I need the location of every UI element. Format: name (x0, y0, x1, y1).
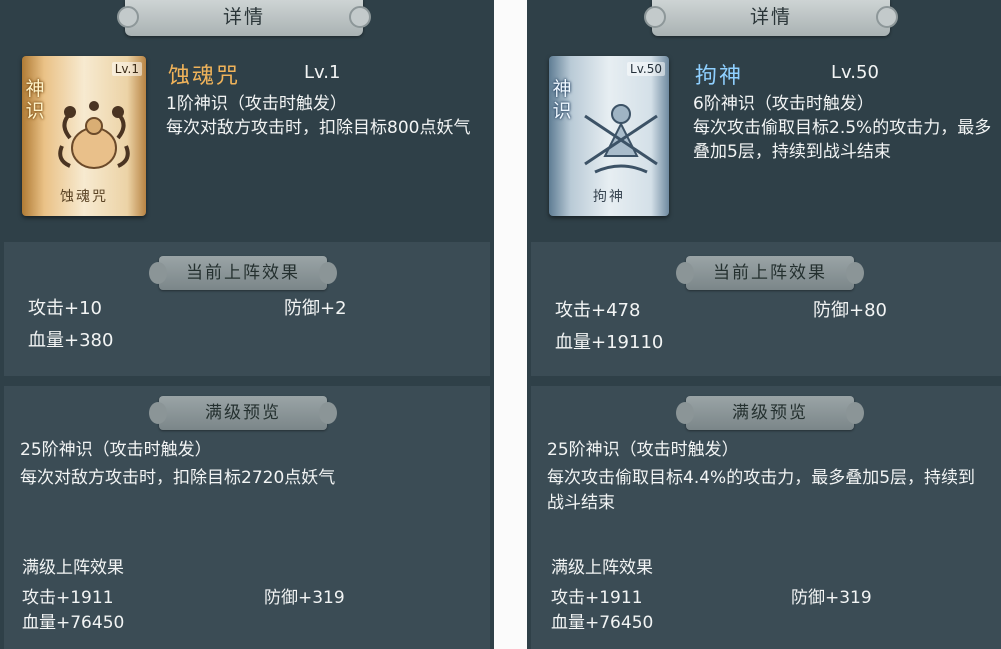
current-attack: 攻击+10 (28, 298, 102, 319)
max-hp: 血量+76450 (551, 613, 654, 633)
max-preview-header: 满级预览 (676, 396, 864, 430)
preview-effect: 每次攻击偷取目标4.4%的攻击力，最多叠加5层，持续到战斗结束 (547, 468, 976, 513)
skill-name: 拘神 (695, 64, 744, 89)
max-attack: 攻击+1911 (22, 588, 114, 608)
skill-tier: 6阶神识（攻击时触发） (693, 94, 874, 114)
max-effect-title: 满级上阵效果 (22, 558, 124, 578)
skill-effect: 每次对敌方攻击时，扣除目标800点妖气 (166, 118, 471, 138)
panel-divider (494, 0, 527, 649)
card-level-tag: Lv.1 (111, 62, 142, 76)
detail-title-banner: 详情 (644, 0, 898, 36)
skill-detail-panel-left: 详情 神识 Lv.1 蚀魂咒 蚀魂咒 Lv.1 1阶神识（攻击时触发） 每次对敌… (0, 0, 494, 649)
card-level-tag: Lv.50 (627, 62, 665, 76)
skill-description: 6阶神识（攻击时触发） 每次攻击偷取目标2.5%的攻击力，最多叠加5层，持续到战… (693, 92, 993, 164)
preview-tier: 25阶神识（攻击时触发） (547, 440, 739, 460)
skill-effect: 每次攻击偷取目标2.5%的攻击力，最多叠加5层，持续到战斗结束 (693, 118, 992, 162)
current-hp: 血量+19110 (555, 332, 664, 353)
skill-card[interactable]: 神识 Lv.50 拘神 (549, 56, 669, 216)
card-name: 拘神 (593, 189, 625, 205)
skill-art-icon (58, 101, 130, 169)
max-effect-title: 满级上阵效果 (551, 558, 653, 578)
max-preview-header: 满级预览 (149, 396, 337, 430)
current-attack: 攻击+478 (555, 300, 641, 321)
skill-card[interactable]: 神识 Lv.1 蚀魂咒 (22, 56, 146, 216)
max-preview-section: 满级预览 25阶神识（攻击时触发） 每次攻击偷取目标4.4%的攻击力，最多叠加5… (531, 386, 1001, 649)
shenshi-badge: 神识 (552, 78, 572, 122)
current-effect-header: 当前上阵效果 (676, 256, 864, 290)
skill-detail-panel-right: 详情 神识 Lv.50 拘神 拘神 Lv.50 6阶神识（攻击时触发） 每次攻击… (527, 0, 1001, 649)
current-defense: 防御+2 (284, 298, 347, 319)
current-hp: 血量+380 (28, 330, 114, 351)
current-effect-section: 当前上阵效果 攻击+478 防御+80 血量+19110 (531, 242, 1001, 376)
shenshi-badge: 神识 (25, 78, 45, 122)
current-effect-header: 当前上阵效果 (149, 256, 337, 290)
max-defense: 防御+319 (791, 588, 872, 608)
skill-level: Lv.50 (831, 62, 879, 83)
detail-title: 详情 (222, 6, 265, 28)
current-defense: 防御+80 (813, 300, 887, 321)
current-effect-section: 当前上阵效果 攻击+10 防御+2 血量+380 (4, 242, 490, 376)
card-name: 蚀魂咒 (60, 189, 108, 205)
skill-level: Lv.1 (304, 62, 341, 83)
skill-art-icon (584, 104, 658, 174)
detail-title: 详情 (749, 6, 792, 28)
skill-tier: 1阶神识（攻击时触发） (166, 94, 347, 114)
skill-description: 1阶神识（攻击时触发） 每次对敌方攻击时，扣除目标800点妖气 (166, 92, 494, 140)
max-preview-section: 满级预览 25阶神识（攻击时触发） 每次对敌方攻击时，扣除目标2720点妖气 满… (4, 386, 490, 649)
preview-tier: 25阶神识（攻击时触发） (20, 440, 212, 460)
skill-name: 蚀魂咒 (168, 64, 241, 89)
max-defense: 防御+319 (264, 588, 345, 608)
preview-effect: 每次对敌方攻击时，扣除目标2720点妖气 (20, 468, 336, 488)
detail-title-banner: 详情 (117, 0, 371, 36)
max-attack: 攻击+1911 (551, 588, 643, 608)
max-hp: 血量+76450 (22, 613, 125, 633)
